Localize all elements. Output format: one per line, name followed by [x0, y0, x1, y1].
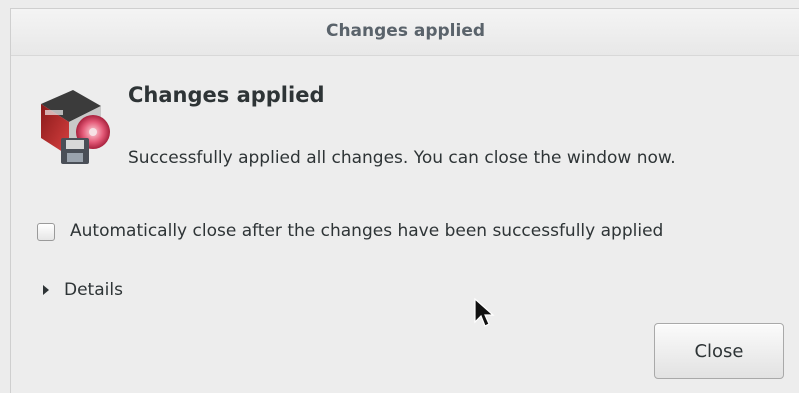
close-button[interactable]: Close — [654, 323, 784, 379]
auto-close-label[interactable]: Automatically close after the changes ha… — [70, 221, 663, 241]
changes-applied-dialog: Changes applied Changes applied Successf… — [10, 8, 799, 393]
auto-close-checkbox[interactable] — [37, 223, 55, 241]
expander-arrow-icon[interactable] — [43, 285, 49, 295]
dialog-heading: Changes applied — [128, 83, 325, 107]
window-titlebar[interactable]: Changes applied — [11, 9, 799, 56]
window-title: Changes applied — [325, 21, 486, 41]
details-label[interactable]: Details — [64, 280, 123, 300]
software-update-icon — [41, 90, 110, 164]
mouse-pointer-icon — [474, 298, 495, 327]
dialog-message: Successfully applied all changes. You ca… — [128, 148, 676, 168]
